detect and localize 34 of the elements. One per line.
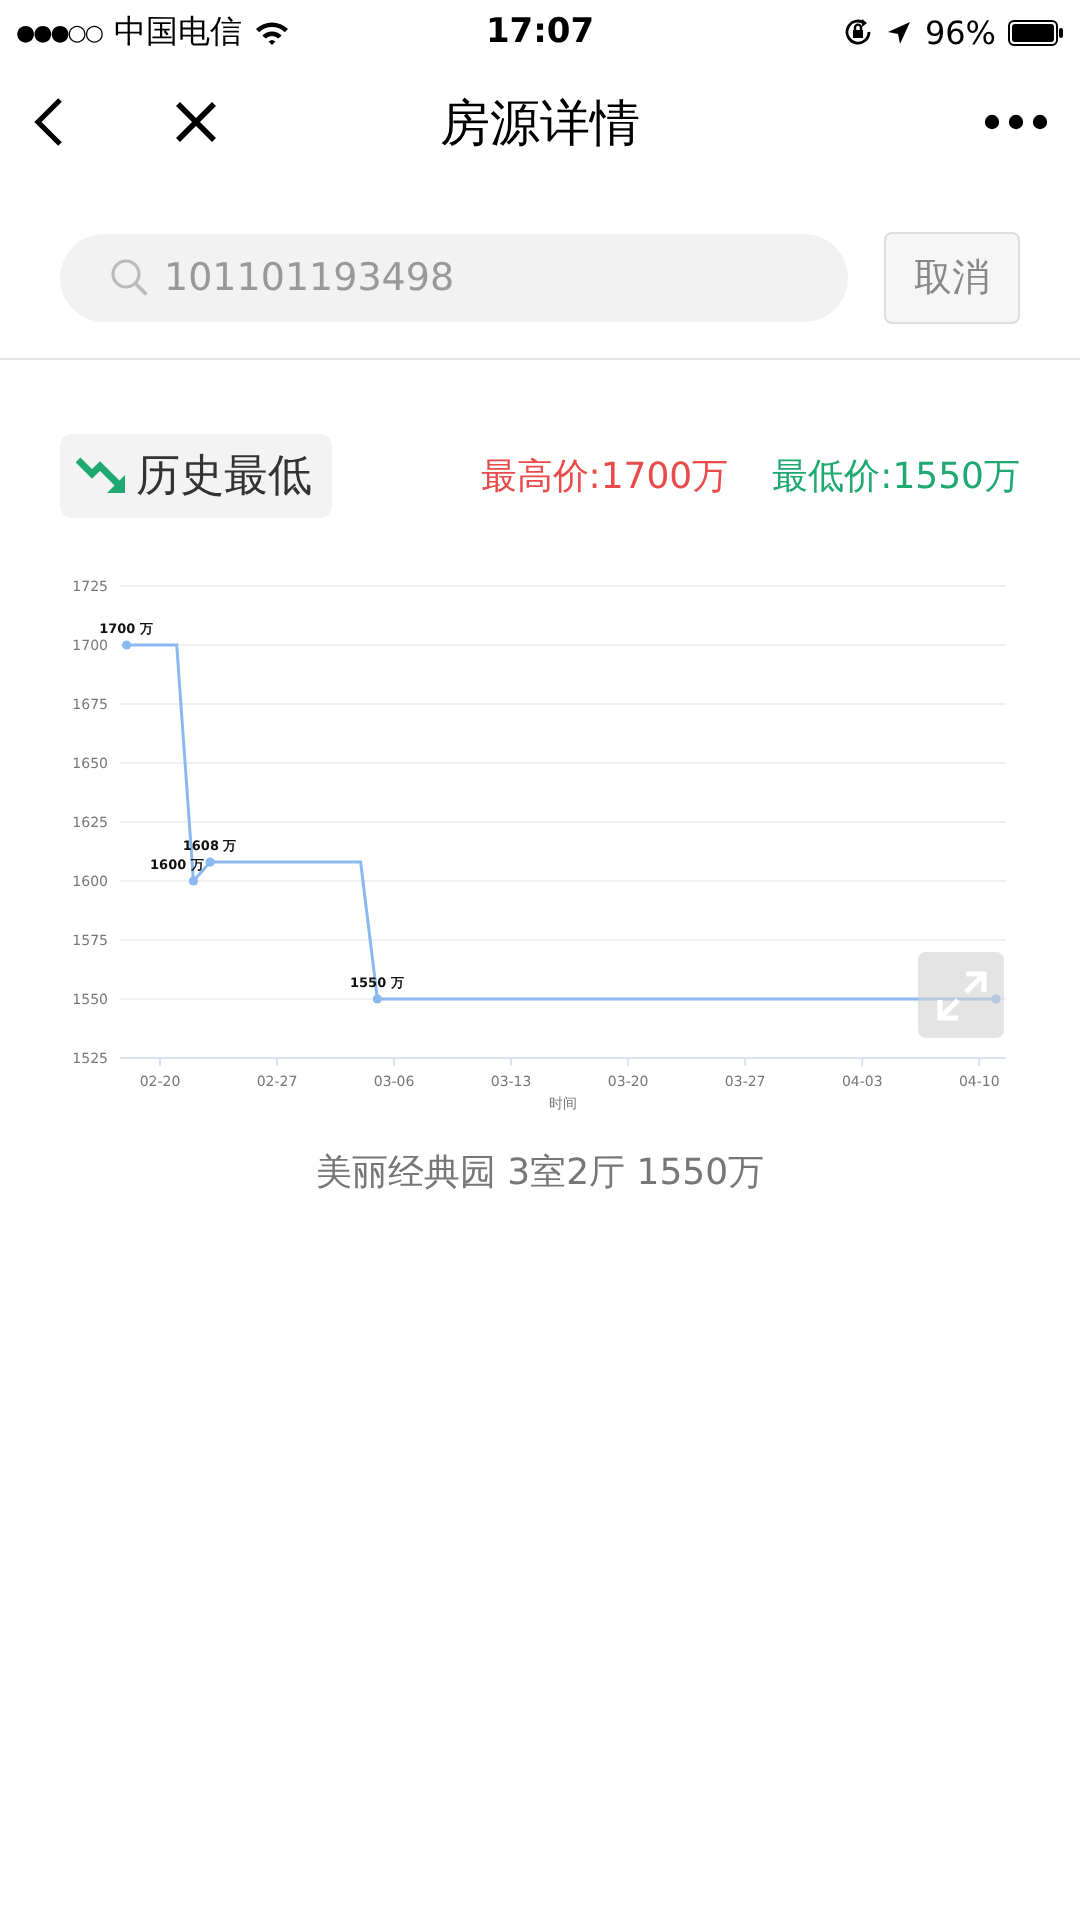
location-arrow-icon [886, 19, 913, 45]
data-point [188, 876, 199, 886]
cancel-button[interactable]: 取消 [884, 232, 1020, 324]
search-field[interactable]: 101101193498 [60, 234, 848, 322]
trend-down-icon [76, 454, 128, 498]
data-point [372, 994, 382, 1004]
close-icon[interactable] [174, 100, 218, 144]
back-icon[interactable] [32, 96, 64, 148]
x-tick-mark [159, 1057, 161, 1067]
search-icon [110, 258, 150, 298]
data-point [991, 994, 1001, 1004]
more-icon[interactable] [984, 114, 1048, 130]
price-label: 最低价:1550万 [772, 454, 1020, 500]
x-tick-mark [744, 1057, 747, 1067]
battery-icon [1008, 19, 1064, 45]
price-label: 最高价:1700万 [480, 454, 729, 500]
listing-summary: 美丽经典园 3室2厅 1550万 [313, 1150, 767, 1196]
battery-percent: 96% [924, 13, 996, 51]
rotation-lock-icon [842, 16, 875, 48]
x-tick-mark [510, 1057, 513, 1067]
x-tick-mark [276, 1057, 279, 1067]
wifi-icon [254, 19, 290, 45]
data-point [121, 640, 132, 650]
carrier-name: 中国电信 [114, 11, 242, 53]
clock-time: 17:07 [485, 12, 595, 52]
signal-strength: ●●●○○ [16, 19, 102, 45]
badge-label: 历史最低 [136, 450, 312, 506]
expand-icon [935, 969, 987, 1021]
x-tick-mark [627, 1057, 630, 1067]
x-tick-mark [861, 1057, 864, 1067]
page-title: 房源详情 [440, 91, 640, 155]
x-tick-mark [393, 1057, 396, 1067]
data-point [205, 857, 215, 867]
x-tick-mark [978, 1057, 981, 1067]
